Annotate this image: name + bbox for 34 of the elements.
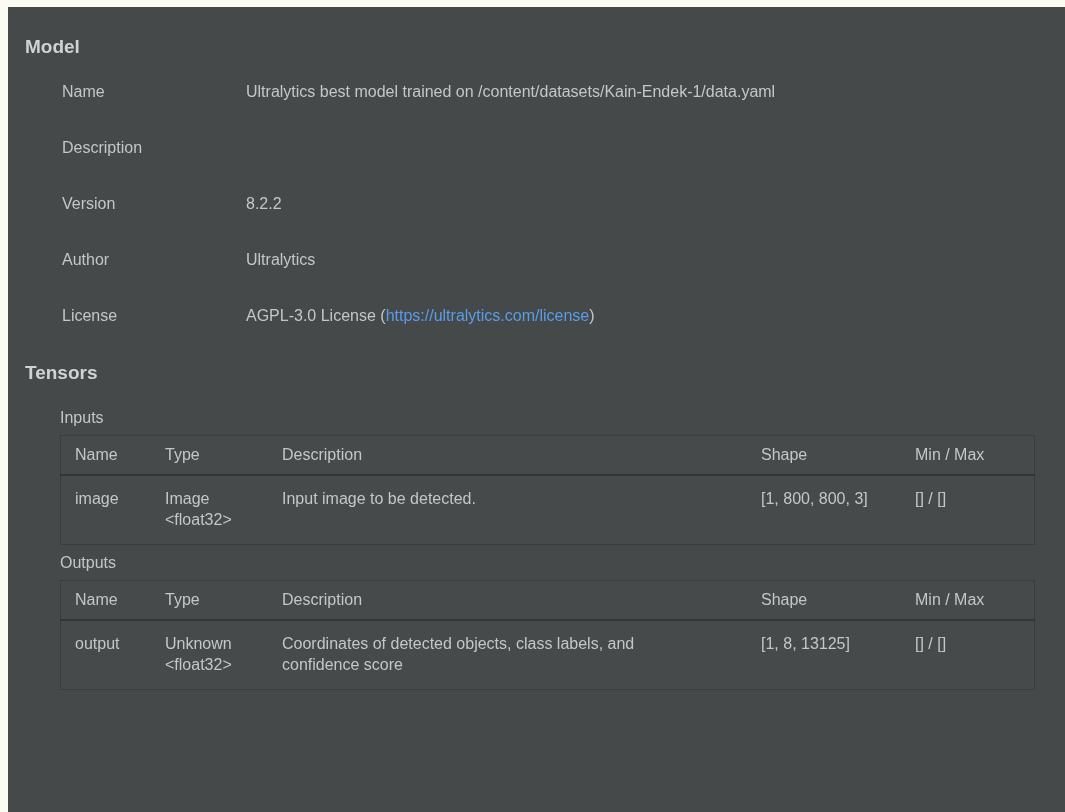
property-label: Description [61, 139, 144, 157]
property-value: Ultralytics best model trained on /content/datasets/Kain-Endek-1/data.yaml [246, 83, 776, 101]
column-header: Shape [747, 435, 901, 475]
table-cell: Unknown <float32> [151, 620, 268, 690]
table-cell: output [60, 620, 151, 690]
property-label: Author [61, 251, 111, 269]
table-cell: Input image to be detected. [268, 475, 747, 545]
property-label: License [61, 307, 119, 325]
table-cell: Image <float32> [151, 475, 268, 545]
column-header: Description [268, 580, 747, 620]
license-link[interactable]: https://ultralytics.com/license [385, 307, 590, 324]
column-header: Type [151, 580, 268, 620]
property-value: 8.2.2 [246, 195, 282, 213]
property-label: Version [61, 195, 117, 213]
table-cell: image [60, 475, 151, 545]
column-header: Name [60, 435, 151, 475]
column-header: Type [151, 435, 268, 475]
column-header: Min / Max [901, 580, 1035, 620]
column-header: Shape [747, 580, 901, 620]
table-cell: [] / [] [901, 620, 1035, 690]
column-header: Name [60, 580, 151, 620]
table-cell: Coordinates of detected objects, class labels, and confidence score [268, 620, 747, 690]
column-header: Min / Max [901, 435, 1035, 475]
section-label: Outputs [60, 553, 118, 573]
property-label: Name [61, 83, 106, 101]
column-header: Description [268, 435, 747, 475]
property-value: Ultralytics [246, 251, 316, 269]
section-heading: Tensors [25, 361, 99, 385]
table-cell: [1, 800, 800, 3] [747, 475, 901, 545]
table-cell: [] / [] [901, 475, 1035, 545]
property-value: AGPL-3.0 License (https://ultralytics.com/license) [246, 307, 595, 325]
section-heading: Model [25, 35, 81, 59]
section-label: Inputs [60, 408, 105, 428]
table-cell: [1, 8, 13125] [747, 620, 901, 690]
